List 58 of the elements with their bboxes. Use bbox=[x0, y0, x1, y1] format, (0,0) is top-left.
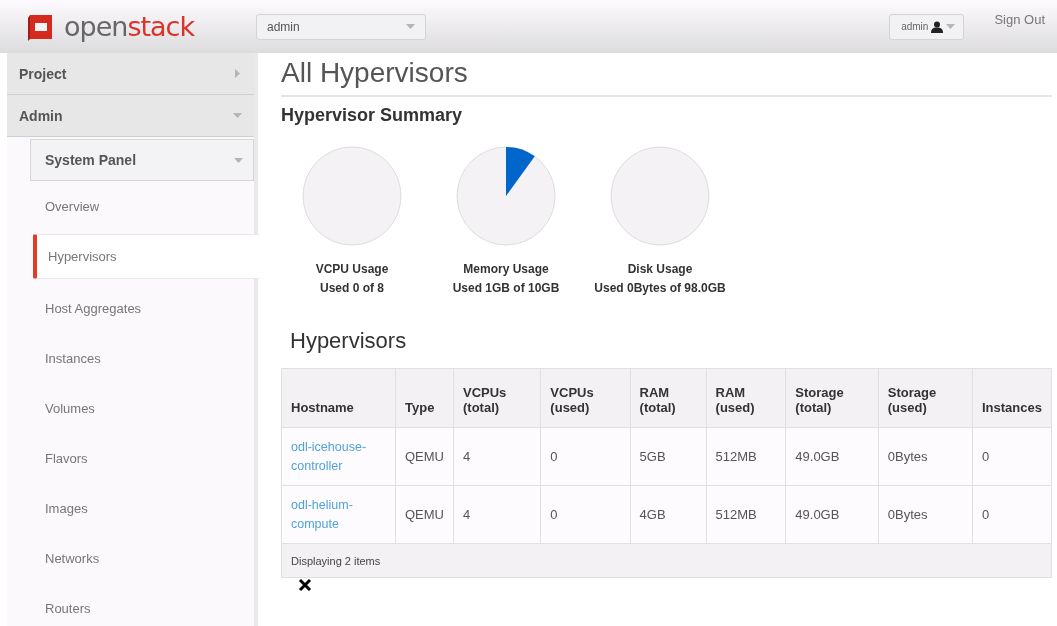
column-header[interactable]: RAM (used) bbox=[706, 368, 786, 428]
logo-text: openstack bbox=[64, 11, 195, 42]
usage-detail: Used 0 of 8 bbox=[320, 280, 384, 297]
usage-label: Memory Usage bbox=[463, 261, 549, 278]
table-cell: 0Bytes bbox=[878, 427, 973, 486]
table-cell: 4 bbox=[453, 485, 541, 544]
table-cell: 49.0GB bbox=[785, 427, 879, 486]
user-icon bbox=[931, 20, 944, 33]
column-header[interactable]: RAM (total) bbox=[630, 368, 707, 428]
sidebar-item[interactable]: Instances bbox=[30, 333, 254, 383]
panel-header[interactable]: System Panel bbox=[30, 139, 254, 181]
sidebar-item[interactable]: Routers bbox=[30, 583, 254, 626]
column-header[interactable]: VCPUs (total) bbox=[453, 368, 541, 428]
section-title: Hypervisor Summary bbox=[281, 105, 464, 126]
close-icon bbox=[298, 578, 312, 592]
caret-right-icon bbox=[233, 69, 242, 78]
table-cell: 0 bbox=[972, 427, 1052, 486]
page-title: All Hypervisors bbox=[281, 57, 1052, 97]
table-cell: 0 bbox=[972, 485, 1052, 544]
usage-detail: Used 1GB of 10GB bbox=[452, 280, 560, 297]
usage-label: VCPU Usage bbox=[315, 261, 389, 278]
column-header[interactable]: Storage (used) bbox=[878, 368, 973, 428]
table-cell: 512MB bbox=[706, 427, 786, 486]
sidebar-item[interactable]: Host Aggregates bbox=[30, 283, 254, 333]
caret-icon bbox=[406, 24, 415, 29]
sidebar-item[interactable]: Images bbox=[30, 483, 254, 533]
sidebar-item[interactable]: Volumes bbox=[30, 383, 254, 433]
table-cell: 49.0GB bbox=[785, 485, 879, 544]
caret-icon bbox=[946, 24, 956, 29]
table-cell: 5GB bbox=[630, 427, 707, 486]
column-header[interactable]: Storage (total) bbox=[785, 368, 879, 428]
table-cell: 0 bbox=[540, 485, 631, 544]
column-header[interactable]: Instances bbox=[972, 368, 1052, 428]
table-cell: QEMU bbox=[395, 427, 454, 486]
sidebar-item[interactable]: Overview bbox=[30, 181, 254, 231]
table-cell: 4GB bbox=[630, 485, 707, 544]
caret-down-icon bbox=[234, 155, 243, 165]
section-title: Hypervisors bbox=[290, 328, 408, 354]
caret-down-icon bbox=[233, 111, 242, 120]
sidebar-item[interactable]: Networks bbox=[30, 533, 254, 583]
table-cell: 512MB bbox=[706, 485, 786, 544]
usage-label: Disk Usage bbox=[627, 261, 693, 278]
sidebar-item[interactable]: Hypervisors bbox=[33, 234, 260, 279]
sidebar-item[interactable]: Flavors bbox=[30, 433, 254, 483]
project-select[interactable]: admin bbox=[256, 13, 426, 40]
table-cell: 4 bbox=[453, 427, 541, 486]
sidebar-item[interactable]: Admin bbox=[7, 95, 254, 137]
table-cell: 0 bbox=[540, 427, 631, 486]
sign-out-link[interactable]: Sign Out bbox=[994, 12, 1045, 27]
column-header[interactable]: VCPUs (used) bbox=[540, 368, 631, 428]
table-cell: QEMU bbox=[395, 485, 454, 544]
user-menu[interactable]: admin bbox=[889, 13, 965, 40]
table-footer: Displaying 2 items bbox=[281, 543, 1052, 578]
column-header[interactable]: Hostname bbox=[281, 368, 396, 428]
sidebar-item[interactable]: Project bbox=[7, 53, 254, 95]
column-header[interactable]: Type bbox=[395, 368, 454, 428]
table-cell: 0Bytes bbox=[878, 485, 973, 544]
usage-detail: Used 0Bytes of 98.0GB bbox=[594, 280, 726, 297]
